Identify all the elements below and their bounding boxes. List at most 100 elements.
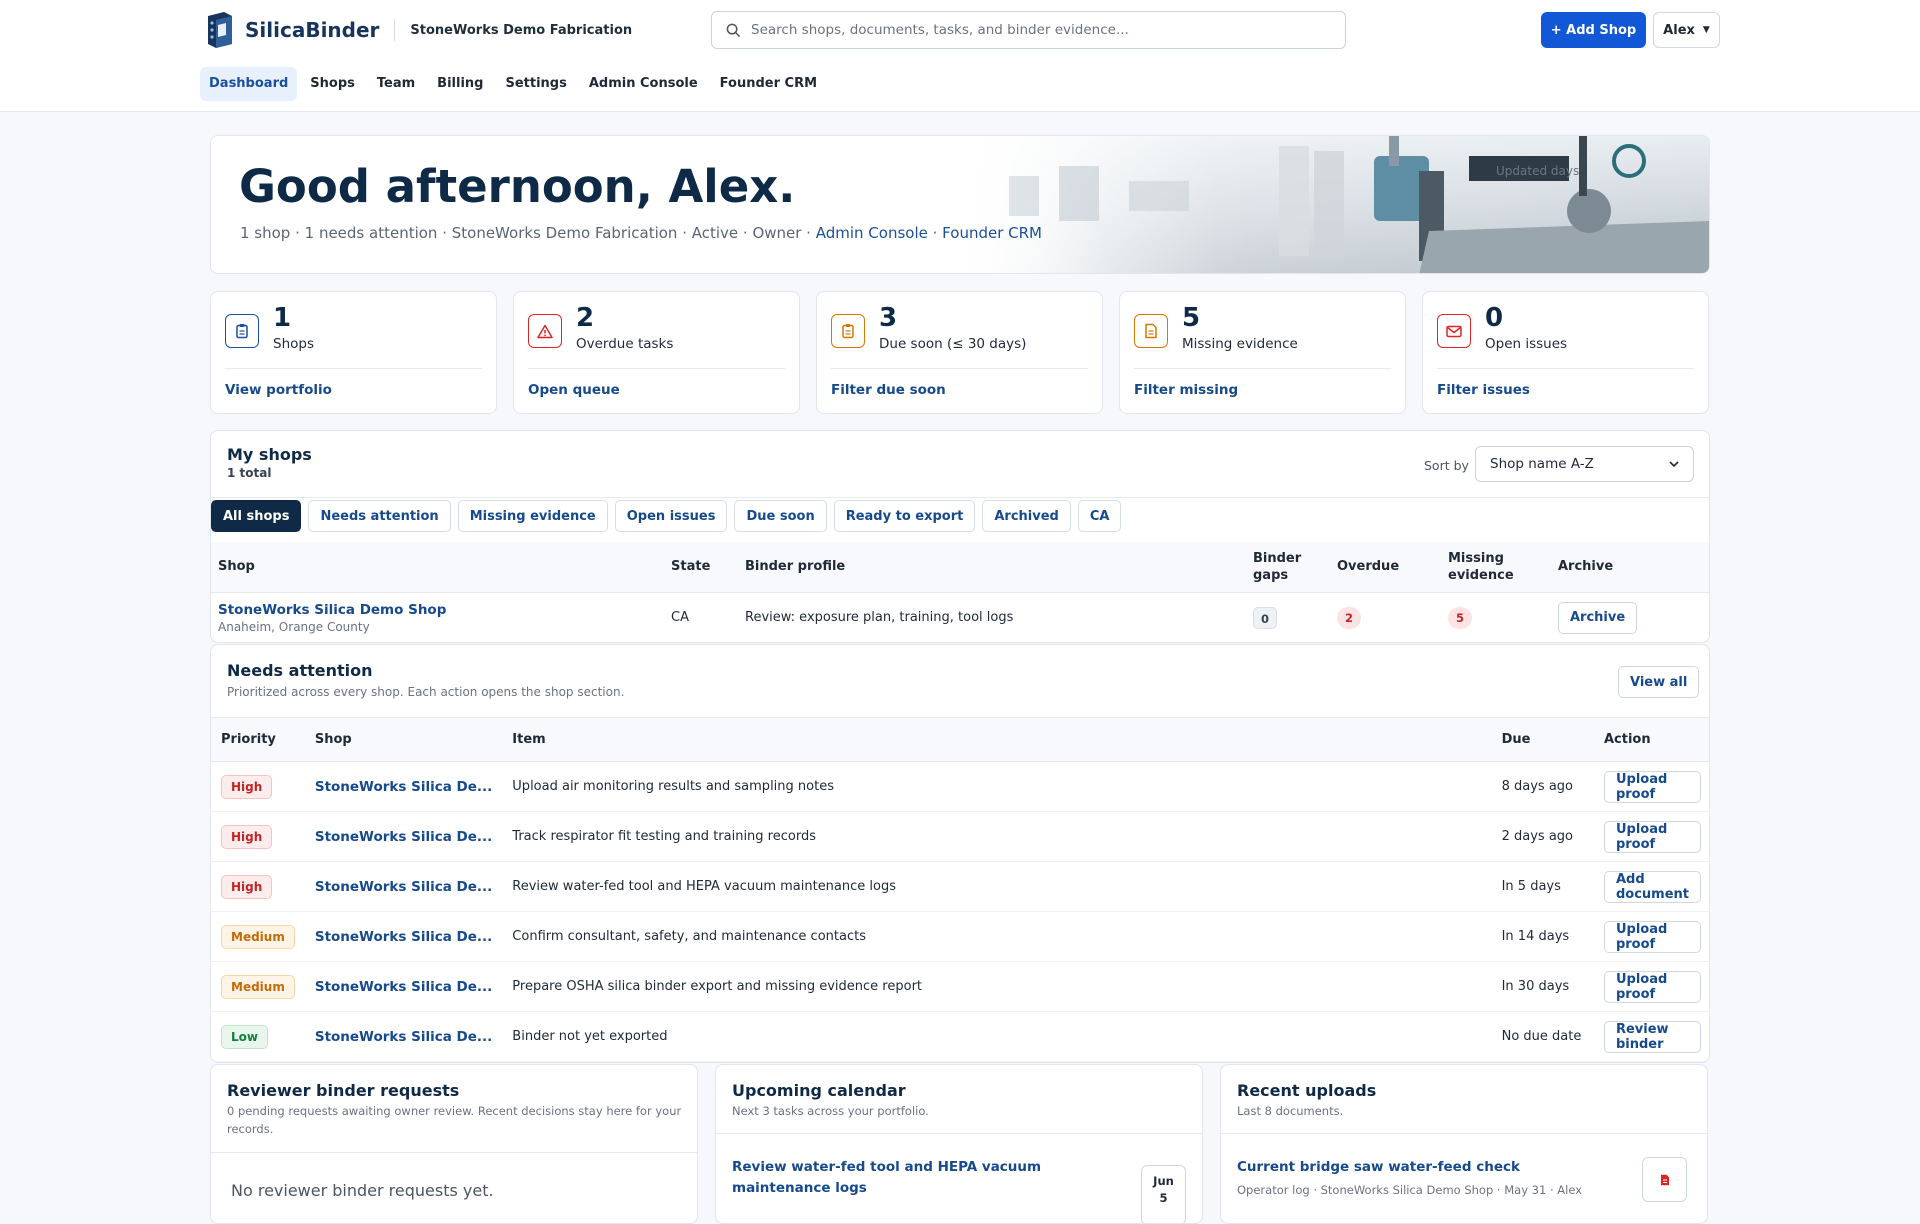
- divider: [211, 1152, 697, 1153]
- shop-name-link[interactable]: StoneWorks Silica Demo Shop: [218, 602, 446, 618]
- recent-uploads-description: Last 8 documents.: [1237, 1104, 1344, 1118]
- shop-link[interactable]: StoneWorks Silica De...: [315, 1029, 492, 1045]
- column-header: Archive: [1551, 542, 1709, 593]
- table-row: High StoneWorks Silica De... Review wate…: [211, 861, 1709, 912]
- filter-all-shops[interactable]: All shops: [211, 500, 302, 532]
- clipboard-icon: [225, 314, 259, 348]
- calendar-description: Next 3 tasks across your portfolio.: [732, 1104, 929, 1118]
- logo[interactable]: SilicaBinder StoneWorks Demo Fabrication: [205, 11, 632, 49]
- shop-filter-chips: All shops Needs attention Missing eviden…: [211, 500, 1122, 532]
- filter-missing-link[interactable]: Filter missing: [1134, 382, 1238, 398]
- reviewer-requests-description: 0 pending requests awaiting owner review…: [227, 1104, 682, 1136]
- top-bar: SilicaBinder StoneWorks Demo Fabrication…: [0, 0, 1920, 112]
- divider: [225, 368, 482, 369]
- missing-evidence-badge: 5: [1448, 606, 1472, 629]
- shop-link[interactable]: StoneWorks Silica De...: [315, 979, 492, 995]
- column-header: Due: [1491, 717, 1594, 762]
- priority-badge: High: [221, 874, 273, 899]
- table-row: High StoneWorks Silica De... Upload air …: [211, 761, 1709, 812]
- filter-archived[interactable]: Archived: [982, 500, 1071, 532]
- upload-title-link[interactable]: Current bridge saw water-feed check: [1237, 1159, 1520, 1175]
- due-date: In 30 days: [1491, 961, 1594, 1012]
- shops-count: 1 total: [227, 466, 272, 480]
- divider: [716, 1133, 1202, 1134]
- shop-link[interactable]: StoneWorks Silica De...: [315, 829, 492, 845]
- due-date: In 5 days: [1491, 861, 1594, 912]
- nav-admin-console[interactable]: Admin Console: [580, 67, 707, 101]
- filter-needs-attention[interactable]: Needs attention: [308, 500, 451, 532]
- table-row: High StoneWorks Silica De... Track respi…: [211, 811, 1709, 862]
- archive-button[interactable]: Archive: [1558, 601, 1638, 634]
- stat-label: Missing evidence: [1182, 336, 1298, 352]
- calendar-month: Jun: [1153, 1174, 1174, 1188]
- summary-text: 1 shop · 1 needs attention · StoneWorks …: [240, 224, 816, 242]
- organization-name: StoneWorks Demo Fabrication: [410, 22, 633, 38]
- search-input[interactable]: [751, 22, 1311, 38]
- mail-icon: [1437, 314, 1471, 348]
- admin-console-link[interactable]: Admin Console: [816, 224, 928, 242]
- divider: [1437, 368, 1694, 369]
- overdue-badge: 2: [1337, 606, 1361, 629]
- open-queue-link[interactable]: Open queue: [528, 382, 620, 398]
- search-box[interactable]: [711, 11, 1346, 49]
- chevron-down-icon: [1669, 461, 1679, 467]
- divider: [528, 368, 785, 369]
- account-summary: 1 shop · 1 needs attention · StoneWorks …: [240, 224, 1042, 242]
- filter-missing-evidence[interactable]: Missing evidence: [457, 500, 608, 532]
- calendar-title: Upcoming calendar: [732, 1081, 906, 1100]
- due-date: 2 days ago: [1491, 811, 1594, 862]
- search-icon: [726, 23, 741, 37]
- open-document-button[interactable]: [1642, 1157, 1687, 1202]
- review-binder-button[interactable]: Review binder: [1603, 1020, 1701, 1053]
- column-header: Item: [502, 717, 1492, 762]
- column-header: State: [664, 542, 738, 593]
- table-header-row: Shop State Binder profile Binder gaps Ov…: [211, 542, 1709, 593]
- upload-proof-button[interactable]: Upload proof: [1603, 970, 1701, 1003]
- nav-billing[interactable]: Billing: [428, 67, 492, 101]
- calendar-task-link[interactable]: Review water-fed tool and HEPA vacuum ma…: [732, 1157, 1112, 1199]
- table-row: Low StoneWorks Silica De... Binder not y…: [211, 1011, 1709, 1062]
- nav-shops[interactable]: Shops: [301, 67, 364, 101]
- shop-link[interactable]: StoneWorks Silica De...: [315, 879, 492, 895]
- nav-team[interactable]: Team: [368, 67, 424, 101]
- nav-settings[interactable]: Settings: [496, 67, 575, 101]
- filter-ready-to-export[interactable]: Ready to export: [833, 500, 976, 532]
- filter-due-soon[interactable]: Due soon: [734, 500, 827, 532]
- add-shop-button[interactable]: + Add Shop: [1541, 12, 1646, 48]
- divider: [211, 497, 1709, 498]
- column-header: Binder gaps: [1246, 542, 1330, 593]
- founder-crm-link[interactable]: Founder CRM: [942, 224, 1042, 242]
- add-document-button[interactable]: Add document: [1603, 870, 1701, 903]
- divider: [1221, 1133, 1707, 1134]
- user-menu-button[interactable]: Alex ▼: [1653, 12, 1720, 48]
- priority-badge: High: [221, 774, 273, 799]
- divider: [1134, 368, 1391, 369]
- upload-meta: Operator log · StoneWorks Silica Demo Sh…: [1237, 1183, 1582, 1197]
- divider: [831, 368, 1088, 369]
- shop-link[interactable]: StoneWorks Silica De...: [315, 929, 492, 945]
- recent-uploads-title: Recent uploads: [1237, 1081, 1377, 1100]
- attention-table: Priority Shop Item Due Action High Stone…: [211, 717, 1709, 1062]
- nav-dashboard[interactable]: Dashboard: [200, 67, 298, 101]
- filter-open-issues[interactable]: Open issues: [614, 500, 728, 532]
- upload-proof-button[interactable]: Upload proof: [1603, 820, 1701, 853]
- updated-label: Updated days: [1496, 164, 1580, 178]
- due-date: In 14 days: [1491, 911, 1594, 962]
- user-name: Alex: [1663, 22, 1695, 38]
- upload-proof-button[interactable]: Upload proof: [1603, 920, 1701, 953]
- stat-value: 2: [576, 303, 595, 333]
- shops-table: Shop State Binder profile Binder gaps Ov…: [211, 542, 1709, 642]
- nav-founder-crm[interactable]: Founder CRM: [711, 67, 826, 101]
- sort-select[interactable]: Shop name A-Z: [1475, 446, 1694, 482]
- filter-state-ca[interactable]: CA: [1077, 500, 1122, 532]
- filter-due-soon-link[interactable]: Filter due soon: [831, 382, 946, 398]
- calendar-day: 5: [1159, 1191, 1168, 1205]
- stat-value: 0: [1485, 303, 1504, 333]
- shop-link[interactable]: StoneWorks Silica De...: [315, 779, 492, 795]
- column-header: Priority: [211, 717, 305, 762]
- view-portfolio-link[interactable]: View portfolio: [225, 382, 332, 398]
- view-all-button[interactable]: View all: [1618, 666, 1700, 698]
- my-shops-title: My shops: [227, 445, 312, 464]
- upload-proof-button[interactable]: Upload proof: [1603, 770, 1701, 803]
- filter-issues-link[interactable]: Filter issues: [1437, 382, 1530, 398]
